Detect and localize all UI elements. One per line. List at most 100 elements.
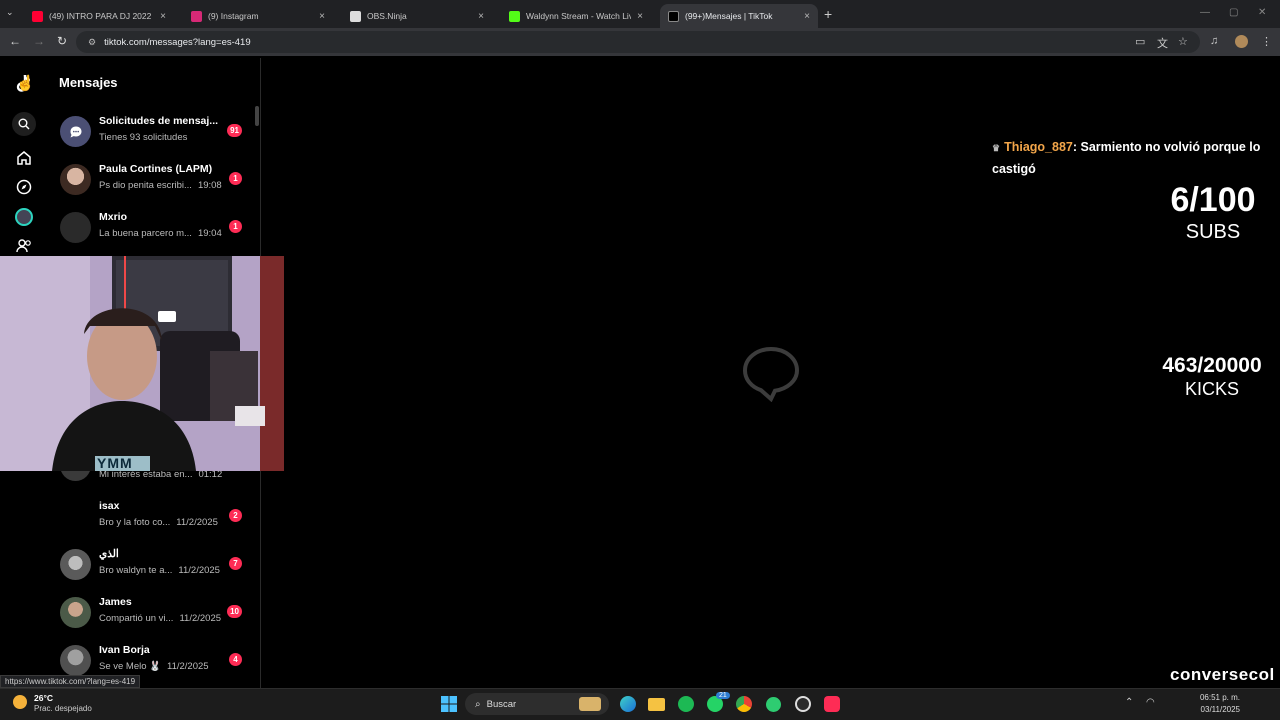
tiktok-app-icon[interactable] — [822, 694, 842, 714]
following-icon[interactable] — [13, 235, 35, 257]
clock-time: 06:51 p. m. — [1199, 693, 1240, 702]
chat-username: Thiago_887 — [1004, 140, 1073, 154]
search-icon[interactable] — [12, 112, 36, 136]
conversation-preview: Bro waldyn te a... 11/2/2025 — [99, 565, 220, 576]
search-placeholder: Buscar — [486, 698, 517, 710]
tab-title: OBS.Ninja — [367, 11, 407, 21]
site-info-icon[interactable]: ⚙ — [88, 37, 96, 48]
url-field[interactable]: ⚙ tiktok.com/messages?lang=es-419 — [76, 31, 1200, 53]
status-url-bubble: https://www.tiktok.com/?lang=es-419 — [0, 675, 141, 688]
close-window-button[interactable]: ✕ — [1258, 7, 1266, 18]
unread-badge: 10 — [227, 605, 242, 618]
more-menu-icon[interactable]: ⋮ — [1261, 35, 1272, 48]
conversation-preview: Ps dio penita escribi... 19:08 — [99, 180, 222, 191]
unread-badge: 1 — [229, 220, 242, 233]
cast-icon[interactable]: ▭ — [1135, 35, 1145, 48]
taskbar-search-input[interactable]: ⌕ Buscar — [465, 693, 609, 715]
live-avatar-icon[interactable] — [13, 206, 35, 228]
back-button[interactable]: ← — [9, 34, 21, 48]
spotify-icon[interactable] — [676, 694, 696, 714]
tab-close-icon[interactable]: × — [804, 11, 810, 22]
whatsapp-badge: 21 — [716, 692, 730, 699]
tab-close-icon[interactable]: × — [637, 11, 643, 22]
file-explorer-icon[interactable] — [646, 694, 666, 714]
maximize-button[interactable]: ▢ — [1229, 7, 1238, 18]
conversation-item[interactable]: Paula Cortines (LAPM) Ps dio penita escr… — [58, 161, 248, 201]
system-clock[interactable]: 06:51 p. m. 03/11/2025 — [1200, 692, 1240, 716]
subs-count: 6/100 — [1170, 181, 1256, 219]
chat-message-overlay: ♛ Thiago_887: Sarmiento no volvió porque … — [992, 137, 1280, 180]
conversation-item[interactable]: isax Bro y la foto co... 11/2/2025 2 — [58, 498, 248, 538]
browser-tab[interactable]: (99+)Mensajes | TikTok × — [660, 4, 818, 28]
weather-condition: Prac. despejado — [34, 704, 92, 713]
wifi-icon[interactable]: ◠ — [1146, 697, 1155, 708]
conversation-name: isax — [99, 500, 120, 512]
conversation-item[interactable]: James Compartió un vi... 11/2/2025 10 — [58, 594, 248, 634]
tab-search-button[interactable]: ⌄ — [6, 7, 20, 21]
unread-badge: 4 — [229, 653, 242, 666]
browser-tab[interactable]: (49) INTRO PARA DJ 2022 - PR × — [24, 4, 174, 28]
chat-badge-icon: ♛ — [992, 143, 1001, 153]
tab-close-icon[interactable]: × — [478, 11, 484, 22]
new-tab-button[interactable]: + — [824, 6, 832, 22]
conversation-preview: Se ve Melo 🐰 11/2/2025 — [99, 661, 209, 672]
conversation-preview: Compartió un vi... 11/2/2025 — [99, 613, 222, 624]
kicks-label: KICKS — [1184, 379, 1240, 399]
obs-icon[interactable] — [793, 694, 813, 714]
edge-icon[interactable] — [618, 694, 638, 714]
conversation-item[interactable]: Solicitudes de mensaj... Tienes 93 solic… — [58, 113, 248, 153]
chrome-icon[interactable] — [734, 694, 754, 714]
conversation-name: Ivan Borja — [99, 644, 150, 656]
kicks-count: 463/20000 — [1162, 354, 1262, 377]
app-green-icon[interactable] — [763, 694, 783, 714]
conversation-preview: La buena parcero m... 19:04 — [99, 228, 222, 239]
avatar — [60, 212, 91, 243]
show-hidden-icons-chevron-icon[interactable]: ⌃ — [1125, 697, 1133, 708]
start-windows-icon[interactable] — [439, 694, 459, 714]
unread-badge: 91 — [227, 124, 242, 137]
media-control-icon[interactable]: ♫ — [1210, 35, 1218, 47]
conversation-name: Solicitudes de mensaj... — [99, 115, 219, 127]
tab-favicon-icon — [509, 10, 520, 22]
webcam-overlay: YMM — [0, 256, 284, 471]
tab-title: Waldynn Stream - Watch Live o — [526, 11, 632, 21]
translate-icon[interactable]: 文 — [1157, 35, 1168, 51]
url-text: tiktok.com/messages?lang=es-419 — [104, 36, 251, 48]
conversation-name: Mxrio — [99, 211, 128, 223]
subs-counter: 6/100 SUBS — [1150, 180, 1276, 244]
hand-cursor-icon: ☝ — [16, 75, 35, 92]
avatar — [60, 549, 91, 580]
forward-button[interactable]: → — [33, 34, 45, 48]
weather-sun-icon — [13, 695, 27, 709]
reload-button[interactable]: ↻ — [57, 34, 67, 48]
tab-close-icon[interactable]: × — [319, 11, 325, 22]
tab-favicon-icon — [32, 10, 43, 22]
tab-close-icon[interactable]: × — [160, 11, 166, 22]
avatar — [60, 597, 91, 628]
clock-date: 03/11/2025 — [1200, 705, 1240, 714]
unread-badge: 2 — [229, 509, 242, 522]
conversation-item[interactable]: Mxrio La buena parcero m... 19:04 1 — [58, 209, 248, 249]
messages-scrollbar[interactable] — [255, 106, 259, 126]
home-icon[interactable] — [13, 147, 35, 169]
avatar — [60, 501, 91, 532]
conversation-preview: Bro y la foto co... 11/2/2025 — [99, 517, 218, 528]
browser-tab[interactable]: Waldynn Stream - Watch Live o × — [501, 4, 651, 28]
bookmark-star-icon[interactable]: ☆ — [1178, 35, 1188, 48]
browser-tab[interactable]: OBS.Ninja × — [342, 4, 492, 28]
browser-tab[interactable]: (9) Instagram × — [183, 4, 333, 28]
search-icon: ⌕ — [475, 698, 481, 710]
unread-badge: 7 — [229, 557, 242, 570]
profile-avatar[interactable] — [1235, 35, 1248, 48]
conversation-preview: Tienes 93 solicitudes — [99, 132, 188, 143]
webcam-feed-image — [0, 256, 284, 471]
windows-taskbar — [0, 688, 1280, 720]
conversation-name: Paula Cortines (LAPM) — [99, 163, 213, 175]
message-requests-icon — [60, 116, 91, 147]
empty-chat-bubble-icon — [742, 346, 800, 407]
minimize-button[interactable]: — — [1200, 7, 1210, 18]
conversation-item[interactable]: اٰلذي Bro waldyn te a... 11/2/2025 7 — [58, 546, 248, 586]
explore-compass-icon[interactable] — [13, 176, 35, 198]
search-highlight-icon — [579, 697, 601, 711]
webcam-caption: YMM — [97, 455, 133, 471]
